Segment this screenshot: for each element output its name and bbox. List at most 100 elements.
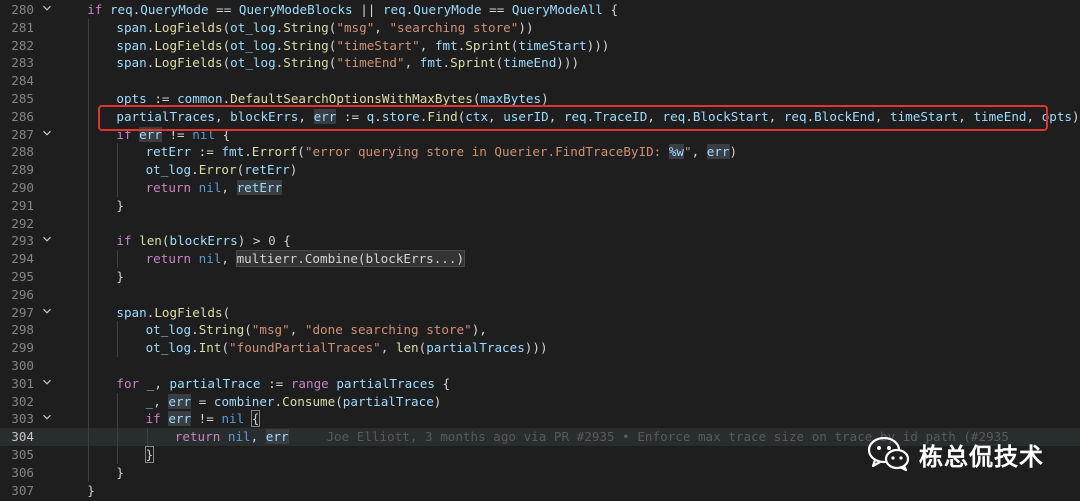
code-token: ot_log (145, 162, 192, 178)
code-token: } (116, 197, 124, 213)
code-token: ) (729, 144, 738, 160)
code-token: . (191, 322, 199, 338)
code-token: != (191, 411, 222, 427)
indent-guide (88, 268, 90, 286)
code-token: if (87, 2, 110, 17)
code-token: opts (116, 91, 147, 106)
code-line[interactable]: 289 ot_log.Error(retErr) (0, 161, 1080, 179)
code-line[interactable]: 303 if err != nil { (0, 410, 1080, 429)
code-line[interactable]: 291} (0, 196, 1080, 215)
code-line[interactable]: 280 if req.QueryMode == QueryModeBlocks |… (0, 1, 1080, 19)
code-line[interactable]: 296 (0, 285, 1080, 304)
code-line[interactable]: 307} (0, 482, 1080, 500)
code-token: := (146, 91, 178, 106)
indent-guide (88, 410, 90, 429)
code-line[interactable]: 302 _, err = combiner.Consume(partialTrac… (0, 392, 1080, 411)
code-line[interactable]: 295} (0, 268, 1080, 286)
code-line[interactable]: 288 retErr := fmt.Errorf("error querying … (0, 143, 1080, 162)
code-token: range (290, 375, 337, 391)
chevron-down-icon[interactable] (40, 1, 54, 19)
code-token: "done searching store" (304, 322, 472, 338)
indent-guide (117, 446, 119, 464)
code-token: return (145, 180, 199, 195)
code-line[interactable]: 299 ot_log.Int("foundPartialTraces", len(… (0, 339, 1080, 357)
code-token: ( (297, 144, 305, 160)
code-line[interactable]: 293 if len(blockErrs) > 0 { (0, 232, 1080, 251)
code-token: ), (471, 322, 487, 338)
indent-guide (117, 179, 119, 197)
code-token: span (116, 55, 147, 71)
code-token: ) (433, 393, 442, 409)
code-token: span (116, 19, 147, 35)
line-number: 302 (11, 393, 34, 409)
code-token: { (250, 410, 261, 428)
chevron-down-icon[interactable] (40, 126, 54, 144)
code-token: ) (541, 91, 549, 106)
line-number: 289 (11, 162, 34, 178)
indent-guide (88, 321, 90, 340)
indent-guide (117, 392, 119, 411)
code-line[interactable]: 283 span.LogFields(ot_log.String("timeEnd… (0, 54, 1080, 73)
code-line[interactable]: 301 for _, partialTrace := range partialT… (0, 374, 1080, 393)
chevron-down-icon[interactable] (40, 375, 54, 393)
indent-guide (88, 18, 90, 37)
code-token: { (434, 375, 451, 391)
code-token: } (144, 446, 155, 463)
indent-guide (88, 232, 90, 251)
code-token: ))) (556, 55, 580, 71)
chevron-down-icon[interactable] (40, 232, 54, 250)
code-line[interactable]: 292 (0, 214, 1080, 233)
code-token: Consume (282, 393, 336, 409)
code-token: nil (221, 411, 245, 427)
code-token: LogFields (154, 304, 223, 320)
code-line[interactable]: 282 span.LogFields(ot_log.String("timeSta… (0, 36, 1080, 55)
code-token: partialTraces (336, 375, 435, 391)
line-number: 288 (11, 144, 34, 160)
code-token: return (174, 429, 228, 445)
chevron-down-icon[interactable] (40, 304, 54, 322)
line-number: 301 (11, 375, 34, 391)
code-token: timeEnd (503, 55, 557, 71)
code-text: } (116, 197, 124, 215)
code-token: . (244, 144, 252, 160)
code-token: req (382, 2, 406, 17)
code-token: "msg" (251, 322, 290, 338)
code-token: fmt (221, 144, 245, 160)
indent-guide (117, 428, 119, 446)
indent-guide (88, 54, 90, 73)
code-token: timeStart (518, 37, 587, 53)
code-line[interactable]: 281 span.LogFields(ot_log.String("msg", "… (0, 18, 1080, 37)
code-line[interactable]: 284 (0, 72, 1080, 90)
line-number: 307 (11, 482, 34, 498)
code-token: nil (227, 429, 251, 445)
indent-guide (88, 143, 90, 162)
code-line[interactable]: 298 ot_log.String("msg", "done searching … (0, 321, 1080, 340)
code-token: , (289, 322, 305, 338)
indent-guide (88, 107, 90, 126)
code-token: 0 (268, 233, 276, 249)
code-token: String (198, 322, 245, 338)
line-number: 295 (11, 269, 34, 284)
code-token: , (153, 393, 169, 409)
code-text: if err != nil { (146, 410, 261, 428)
code-token: LogFields (154, 19, 223, 35)
code-editor[interactable]: 280 if req.QueryMode == QueryModeBlocks |… (0, 0, 1080, 501)
indent-guide (88, 214, 90, 233)
code-text: } (144, 446, 155, 464)
code-token: DefaultSearchOptionsWithMaxBytes (230, 91, 473, 106)
line-number: 296 (11, 286, 34, 302)
code-token: := (191, 144, 222, 160)
code-token: = (191, 393, 214, 409)
code-line[interactable]: 294 return nil, multierr.Combine(blockErr… (0, 250, 1080, 268)
code-token: retErr (236, 180, 283, 195)
code-token: len (139, 233, 162, 249)
code-line[interactable]: 300 (0, 357, 1080, 375)
code-token: String (283, 55, 329, 71)
code-line[interactable]: 297 span.LogFields( (0, 303, 1080, 322)
code-line[interactable]: 290 return nil, retErr (0, 179, 1080, 197)
code-token: String (283, 19, 329, 35)
code-token: " (684, 144, 692, 160)
chevron-down-icon[interactable] (40, 410, 54, 428)
line-number: 304 (11, 429, 34, 445)
line-number: 285 (11, 91, 34, 106)
